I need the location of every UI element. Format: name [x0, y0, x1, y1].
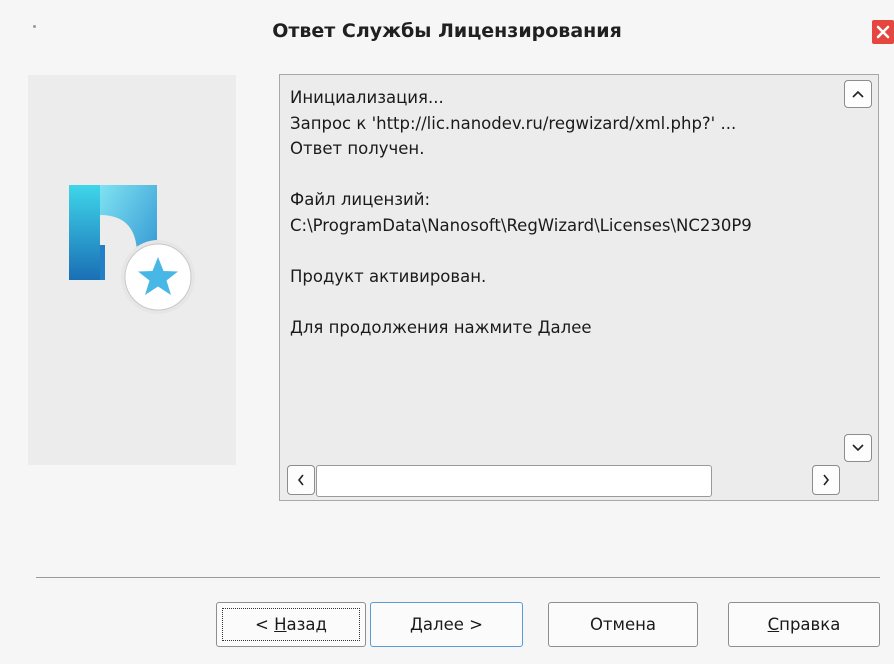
chevron-right-icon: [823, 474, 830, 486]
close-icon: [876, 25, 890, 39]
window-title: Ответ Службы Лицензирования: [272, 20, 622, 42]
title-bar: Ответ Службы Лицензирования: [0, 0, 894, 62]
focus-rect: [222, 608, 360, 641]
close-button[interactable]: [872, 20, 894, 44]
log-line: Для продолжения нажмите Далее: [290, 317, 592, 337]
scroll-down-button[interactable]: [844, 434, 872, 462]
scroll-left-button[interactable]: [287, 465, 315, 495]
scroll-right-button[interactable]: [812, 465, 840, 495]
log-line: Запрос к 'http://lic.nanodev.ru/regwizar…: [290, 113, 737, 133]
back-button[interactable]: < Назад: [216, 602, 366, 647]
cancel-button[interactable]: Отмена: [548, 602, 698, 647]
log-text-area[interactable]: Инициализация... Запрос к 'http://lic.na…: [279, 74, 879, 501]
scroll-up-button[interactable]: [844, 80, 872, 108]
nanocad-logo-icon: [69, 185, 195, 314]
log-line: Файл лицензий:: [290, 190, 431, 209]
log-line: Инициализация...: [290, 88, 444, 107]
chevron-up-icon: [852, 90, 864, 98]
log-line: C:\ProgramData\Nanosoft\RegWizard\Licens…: [290, 215, 752, 235]
log-line: Ответ получен.: [290, 139, 425, 158]
log-line: Продукт активирован.: [290, 266, 487, 286]
chevron-left-icon: [297, 474, 304, 486]
chevron-down-icon: [852, 444, 864, 452]
separator: [36, 577, 880, 578]
help-button[interactable]: Справка: [728, 602, 880, 647]
horizontal-scrollbar-thumb[interactable]: [316, 465, 712, 497]
log-lines: Инициализация... Запрос к 'http://lic.na…: [290, 85, 840, 465]
next-button[interactable]: Далее >: [370, 602, 523, 647]
